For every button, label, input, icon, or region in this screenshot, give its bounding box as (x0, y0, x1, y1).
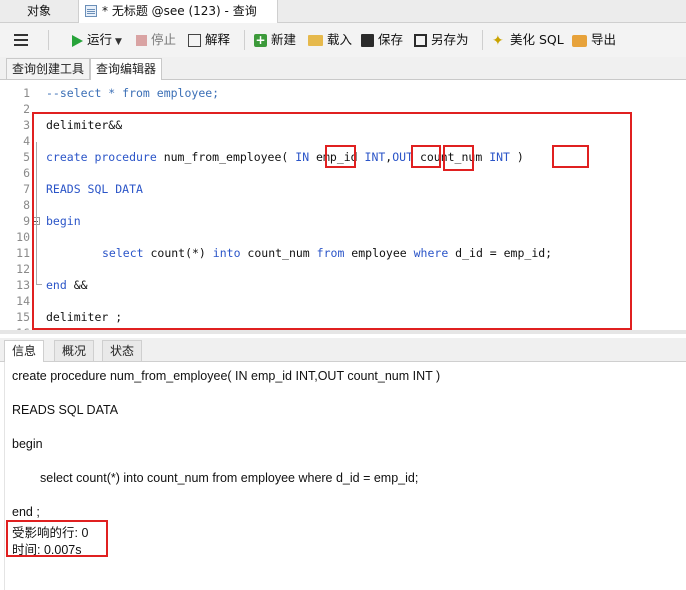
save-as-button[interactable]: 另存为 (414, 23, 469, 57)
line-number: 4 (23, 134, 30, 148)
line-number: 13 (16, 278, 30, 292)
stop-button[interactable]: 停止 (136, 23, 176, 57)
sql-editor[interactable]: 1 --select * from employee; 2 3 delimite… (0, 80, 686, 332)
line-number: 15 (16, 310, 30, 324)
line-number: 11 (16, 246, 30, 260)
annotation-box-int-2 (552, 145, 589, 168)
menu-icon[interactable] (12, 23, 30, 57)
new-label: 新建 (271, 32, 297, 47)
save-icon (361, 34, 374, 47)
folder-icon (308, 35, 323, 46)
tab-query-editor[interactable]: 查询编辑器 (90, 58, 163, 80)
tab-query-title: * 无标题 @see (123) - 查询 (102, 4, 257, 18)
editor-mode-tabs: 查询创建工具 查询编辑器 (0, 57, 686, 80)
line-number: 10 (16, 230, 30, 244)
line-number: 8 (23, 198, 30, 212)
explain-icon (188, 34, 201, 47)
code-line: 1 --select * from employee; (0, 85, 686, 101)
save-label: 保存 (378, 32, 404, 47)
annotation-box-in (325, 145, 356, 168)
export-button[interactable]: 导出 (572, 23, 616, 57)
line-number: 3 (23, 118, 30, 132)
message-line: end ; (12, 505, 40, 519)
save-button[interactable]: 保存 (361, 23, 403, 57)
beautify-sql-button[interactable]: ✦ 美化 SQL (492, 23, 564, 57)
annotation-box-int (411, 145, 441, 168)
new-button[interactable]: + 新建 (254, 23, 296, 57)
annotation-box-result (6, 520, 108, 557)
code-comment: --select * from employee; (46, 86, 220, 100)
result-tabs: 信息 概况 状态 (0, 338, 686, 362)
toolbar-divider (48, 30, 49, 50)
message-line: create procedure num_from_employee( IN e… (12, 369, 441, 383)
run-button[interactable]: 运行 ▼ (72, 23, 122, 57)
line-number: 1 (23, 86, 30, 100)
tab-query-builder[interactable]: 查询创建工具 (6, 58, 91, 79)
tab-status[interactable]: 状态 (102, 340, 143, 361)
query-toolbar: 运行 ▼ 停止 解释 + 新建 载入 保存 另存为 ✦ 美化 SQL 导出 (0, 23, 686, 58)
line-number: 12 (16, 262, 30, 276)
tab-overview[interactable]: 概况 (54, 340, 95, 361)
explain-label: 解释 (205, 32, 231, 47)
message-line: select count(*) into count_num from empl… (40, 471, 419, 485)
load-button[interactable]: 载入 (308, 23, 352, 57)
play-icon (72, 34, 83, 47)
run-label: 运行 (87, 32, 113, 47)
load-label: 载入 (327, 32, 353, 47)
line-number: 2 (23, 102, 30, 116)
beautify-label: 美化 SQL (510, 32, 564, 47)
line-number: 7 (23, 182, 30, 196)
message-line: begin (12, 437, 43, 451)
explain-button[interactable]: 解释 (188, 23, 230, 57)
stop-label: 停止 (151, 32, 177, 47)
save-as-icon (414, 34, 427, 47)
save-as-label: 另存为 (431, 32, 469, 47)
stop-icon (136, 35, 147, 46)
query-table-icon (85, 5, 97, 17)
editor-horizontal-scrollbar[interactable] (0, 330, 686, 334)
panel-border (4, 362, 5, 590)
tab-objects[interactable]: 对象 (0, 0, 78, 22)
line-number: 9 (23, 214, 30, 228)
export-label: 导出 (591, 32, 617, 47)
message-panel: create procedure num_from_employee( IN e… (0, 362, 686, 590)
toolbar-divider (482, 30, 483, 50)
new-icon: + (254, 33, 267, 47)
export-icon (572, 34, 587, 47)
tab-query[interactable]: * 无标题 @see (123) - 查询 (78, 0, 278, 23)
line-number: 14 (16, 294, 30, 308)
document-tab-strip: 对象 * 无标题 @see (123) - 查询 (0, 0, 686, 23)
line-number: 5 (23, 150, 30, 164)
chevron-down-icon[interactable]: ▼ (115, 37, 122, 47)
message-line: READS SQL DATA (12, 403, 119, 417)
magic-wand-icon: ✦ (492, 32, 504, 49)
tab-info[interactable]: 信息 (4, 340, 45, 362)
line-number: 6 (23, 166, 30, 180)
toolbar-divider (244, 30, 245, 50)
annotation-box-out (443, 145, 474, 171)
